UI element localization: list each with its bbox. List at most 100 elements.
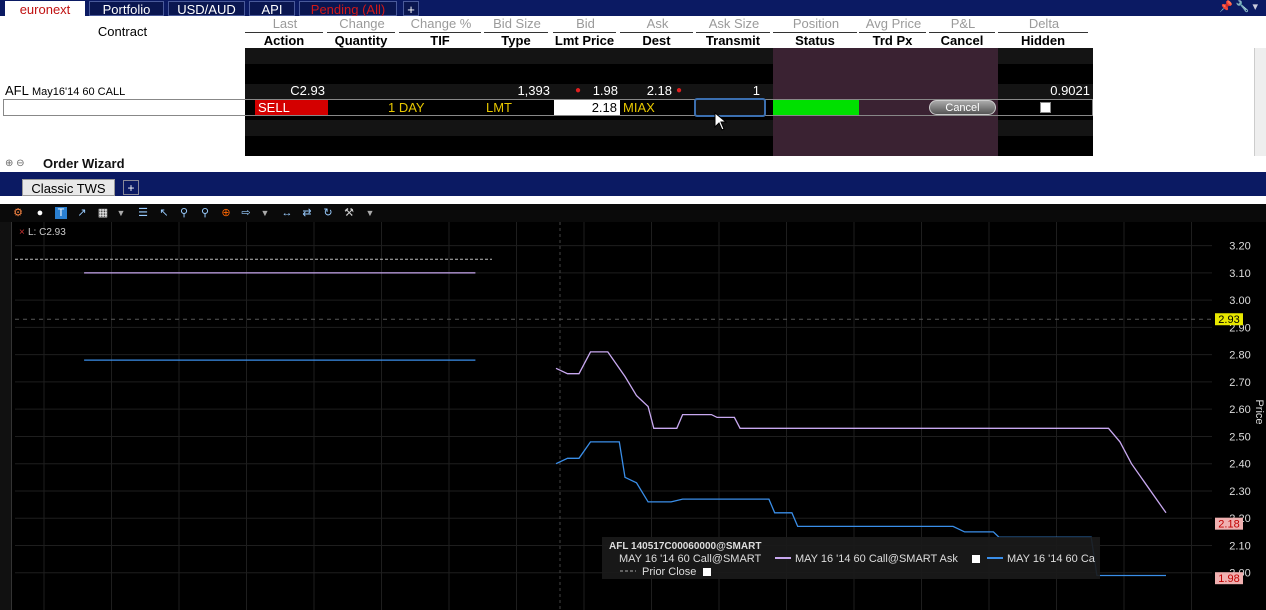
price-marker-label: 1.98	[1218, 573, 1239, 585]
ask-value: 2.18	[646, 83, 672, 98]
y-tick-label: 3.20	[1229, 241, 1250, 253]
y-axis-label: Price	[1253, 399, 1265, 424]
dropdown-icon-3[interactable]: ▼	[364, 207, 376, 219]
header-lmt-price[interactable]: Lmt Price	[553, 32, 616, 48]
vertical-scrollbar[interactable]	[1254, 48, 1266, 156]
trendline-icon[interactable]: ↗	[76, 207, 88, 219]
header-change-[interactable]: Change %	[399, 16, 483, 32]
scroll-icon[interactable]: ⇄	[301, 207, 313, 219]
legend-prior-close: Prior Close	[642, 566, 696, 578]
tools-icon[interactable]: ⚒	[343, 207, 355, 219]
tab-pending[interactable]: Pending (All)	[299, 1, 397, 17]
header-status[interactable]: Status	[773, 32, 857, 48]
series-line-0	[555, 351, 1167, 514]
legend-symbol: AFL 140517C00060000@SMART	[609, 541, 761, 552]
ask-dot-icon: ●	[676, 85, 683, 96]
last-value: C2.93	[290, 83, 325, 98]
header-dest[interactable]: Dest	[620, 32, 693, 48]
header-ask-size[interactable]: Ask Size	[696, 16, 772, 32]
spacer	[0, 196, 1266, 204]
bid-size-value: 1,393	[517, 83, 550, 98]
delta-value: 0.9021	[1050, 83, 1090, 98]
close-icon: ×	[19, 227, 25, 238]
pin-icon[interactable]: 📌	[1219, 1, 1233, 13]
top-tab-bar: euronext Portfolio USD/AUD API Pending (…	[0, 0, 1266, 17]
chevron-down-icon[interactable]: ▾	[1252, 1, 1258, 13]
add-tab-button[interactable]: +	[403, 1, 419, 17]
zoom-out-icon[interactable]: ⚲	[199, 207, 211, 219]
zoom-in-icon[interactable]: ⚲	[178, 207, 190, 219]
y-tick-label: 2.30	[1229, 486, 1250, 498]
circle-icon[interactable]: ●	[34, 207, 46, 219]
header-last[interactable]: Last	[245, 16, 325, 32]
ask-size-value: 1	[752, 83, 760, 98]
arrow-right-icon[interactable]: ⇨	[240, 207, 252, 219]
header-cancel[interactable]: Cancel	[929, 32, 995, 48]
header-tif[interactable]: TIF	[399, 32, 481, 48]
chart-toolbar: ⚙ ● T ↗ ▦ ▼ ☰ ↖ ⚲ ⚲ ⊕ ⇨ ▼ ↔ ⇄ ↻ ⚒ ▼	[0, 204, 1266, 222]
status-indicator	[773, 100, 859, 115]
grid-icon[interactable]: ▦	[97, 207, 109, 219]
tab-classic-tws[interactable]: Classic TWS	[22, 179, 115, 196]
price-chart[interactable]: 3.203.103.002.902.802.702.602.502.402.30…	[0, 222, 1266, 610]
wrench-icon[interactable]: 🔧	[1236, 1, 1250, 13]
contract-cell[interactable]: AFL May16'14 60 CALL	[5, 83, 125, 99]
add-tab-button-2[interactable]: +	[123, 180, 139, 195]
y-tick-label: 2.10	[1229, 540, 1250, 552]
expand-collapse-icons[interactable]: ⊕ ⊖	[5, 158, 25, 169]
y-tick-label: 3.00	[1229, 295, 1250, 307]
cancel-button[interactable]: Cancel	[929, 100, 996, 115]
tab-api[interactable]: API	[249, 1, 295, 17]
transmit-button[interactable]	[694, 98, 766, 117]
limit-price-input[interactable]: 2.18	[554, 100, 620, 115]
legend-checkbox	[703, 568, 711, 576]
tif-value[interactable]: 1 DAY	[388, 100, 425, 116]
header-action[interactable]: Action	[245, 32, 323, 48]
header-avg-price[interactable]: Avg Price	[859, 16, 928, 32]
right-pane	[1093, 48, 1266, 156]
header-change[interactable]: Change	[327, 16, 397, 32]
contract-symbol: AFL	[5, 83, 29, 98]
header-bid-size[interactable]: Bid Size	[484, 16, 550, 32]
refresh-icon[interactable]: ↻	[322, 207, 334, 219]
header-trd-px[interactable]: Trd Px	[859, 32, 926, 48]
dropdown-icon-2[interactable]: ▼	[259, 207, 271, 219]
y-tick-label: 2.40	[1229, 459, 1250, 471]
hidden-checkbox[interactable]	[1040, 102, 1051, 113]
y-tick-label: 3.10	[1229, 268, 1250, 280]
action-sell[interactable]: SELL	[255, 100, 328, 115]
tab-usd-aud[interactable]: USD/AUD	[168, 1, 245, 17]
contract-detail: May16'14 60 CALL	[31, 86, 126, 98]
tab-euronext[interactable]: euronext	[5, 1, 85, 17]
header-type[interactable]: Type	[484, 32, 548, 48]
price-marker-label: 2.18	[1218, 519, 1239, 531]
y-tick-label: 2.70	[1229, 377, 1250, 389]
legend-entry: MAY 16 '14 60 Call@SMART	[619, 553, 762, 565]
y-tick-label: 2.50	[1229, 431, 1250, 443]
bid-value: 1.98	[592, 83, 618, 98]
dest-value[interactable]: MIAX	[623, 100, 655, 116]
bars-icon[interactable]: ☰	[137, 207, 149, 219]
order-wizard-title[interactable]: Order Wizard	[43, 156, 125, 171]
type-value[interactable]: LMT	[486, 100, 512, 116]
header-bid[interactable]: Bid	[553, 16, 618, 32]
crosshair-icon[interactable]: ⊕	[220, 207, 232, 219]
pointer-icon[interactable]: ↖	[158, 207, 170, 219]
header-hidden[interactable]: Hidden	[998, 32, 1088, 48]
tab-portfolio[interactable]: Portfolio	[89, 1, 164, 17]
contract-header[interactable]: Contract	[0, 16, 245, 48]
header-quantity[interactable]: Quantity	[327, 32, 395, 48]
text-icon[interactable]: T	[55, 207, 67, 219]
header-delta[interactable]: Delta	[998, 16, 1090, 32]
mouse-cursor-icon	[714, 112, 728, 131]
header-position[interactable]: Position	[773, 16, 859, 32]
legend-entry: MAY 16 '14 60 Ca	[1007, 553, 1096, 565]
divider-bar	[0, 172, 1266, 180]
fit-icon[interactable]: ↔	[281, 207, 293, 219]
header-p-l[interactable]: P&L	[929, 16, 997, 32]
header-ask[interactable]: Ask	[620, 16, 695, 32]
dropdown-icon[interactable]: ▼	[115, 207, 127, 219]
header-transmit[interactable]: Transmit	[696, 32, 770, 48]
y-tick-label: 2.60	[1229, 404, 1250, 416]
settings-icon[interactable]: ⚙	[12, 207, 24, 219]
